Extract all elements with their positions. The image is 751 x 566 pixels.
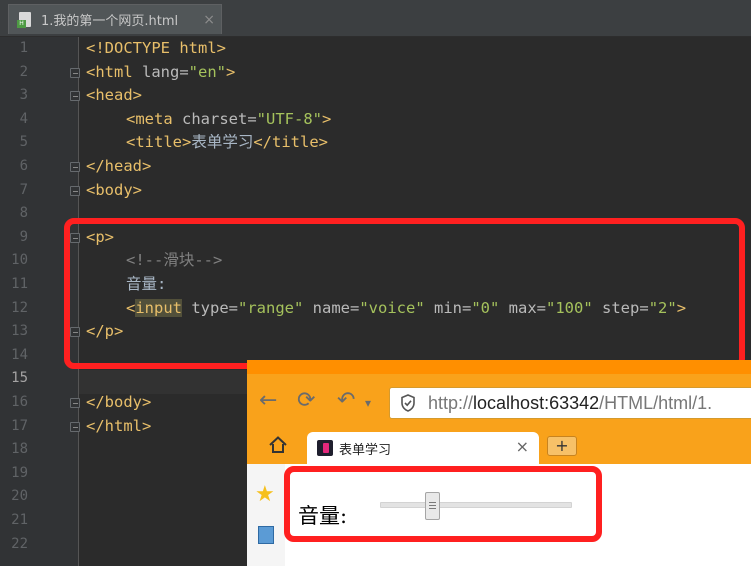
close-icon[interactable]: ×	[203, 12, 215, 28]
undo-icon[interactable]: ↶	[337, 388, 355, 413]
webstorm-favicon-icon	[317, 440, 333, 456]
fold-marker-icon[interactable]	[70, 91, 80, 102]
page-icon[interactable]	[258, 526, 274, 544]
line-number: 1	[19, 40, 28, 56]
browser-toolbar: ← ⟳ ↶ ▾ http://localhost:63342/HTML/html…	[247, 360, 751, 426]
fold-marker-icon[interactable]	[70, 67, 80, 78]
line-number: 11	[11, 276, 28, 292]
fold-marker-icon[interactable]	[70, 398, 80, 408]
fold-marker-icon[interactable]	[70, 162, 80, 172]
preview-highlight-box	[284, 466, 602, 542]
line-number: 15	[11, 370, 28, 387]
browser-sidebar: ★	[247, 464, 286, 566]
code-line-6: </head>	[86, 157, 152, 175]
line-number: 5	[19, 134, 28, 151]
address-bar[interactable]: http://localhost:63342/HTML/html/1.	[389, 387, 751, 419]
home-icon[interactable]	[267, 434, 289, 456]
line-number: 3	[19, 87, 28, 104]
code-line-16: </body>	[86, 393, 152, 411]
editor-tab-title: 1.我的第一个网页.html	[41, 14, 179, 29]
line-number: 9	[19, 228, 28, 245]
fold-marker-icon[interactable]	[70, 185, 80, 196]
code-line-1: <!DOCTYPE html>	[86, 39, 226, 57]
reload-icon[interactable]: ⟳	[297, 388, 315, 413]
browser-tab-title: 表单学习	[339, 443, 392, 458]
code-highlight-box	[64, 218, 745, 369]
code-line-2: <html lang="en">	[86, 62, 236, 81]
close-icon[interactable]: ×	[516, 437, 529, 456]
code-line-7: <body>	[86, 180, 142, 199]
html-file-icon: H	[17, 11, 33, 28]
editor-file-tab[interactable]: H 1.我的第一个网页.html ×	[8, 4, 222, 34]
line-number: 8	[19, 205, 28, 222]
fold-marker-icon[interactable]	[70, 421, 80, 432]
line-number: 4	[19, 110, 28, 127]
line-number: 7	[19, 181, 28, 198]
bookmark-star-icon[interactable]: ★	[255, 482, 275, 507]
back-arrow-icon[interactable]: ←	[259, 388, 277, 413]
history-dropdown-icon[interactable]: ▾	[365, 396, 371, 410]
line-number: 14	[11, 346, 28, 363]
line-number: 12	[11, 299, 28, 316]
line-number: 2	[19, 63, 28, 80]
line-number: 22	[11, 535, 28, 552]
code-line-3: <head>	[86, 86, 142, 105]
line-number: 16	[11, 394, 28, 410]
line-number: 6	[19, 158, 28, 174]
browser-tab-strip: 表单学习 × +	[247, 426, 751, 464]
new-tab-button[interactable]: +	[547, 436, 577, 456]
url-text: http://localhost:63342/HTML/html/1.	[428, 393, 713, 413]
line-number: 21	[11, 512, 28, 528]
line-number: 20	[11, 488, 28, 505]
line-number: 19	[11, 464, 28, 481]
editor-tab-bar: H 1.我的第一个网页.html ×	[0, 0, 751, 37]
line-number: 13	[11, 323, 28, 340]
line-number: 10	[11, 252, 28, 269]
line-number: 18	[11, 441, 28, 458]
line-number: 17	[11, 417, 28, 434]
shield-icon	[401, 394, 415, 412]
code-line-17: </html>	[86, 416, 152, 435]
code-line-4: <meta charset="UTF-8">	[126, 109, 332, 128]
code-line-5: <title>表单学习</title>	[126, 133, 328, 152]
browser-tab[interactable]: 表单学习 ×	[307, 432, 539, 464]
